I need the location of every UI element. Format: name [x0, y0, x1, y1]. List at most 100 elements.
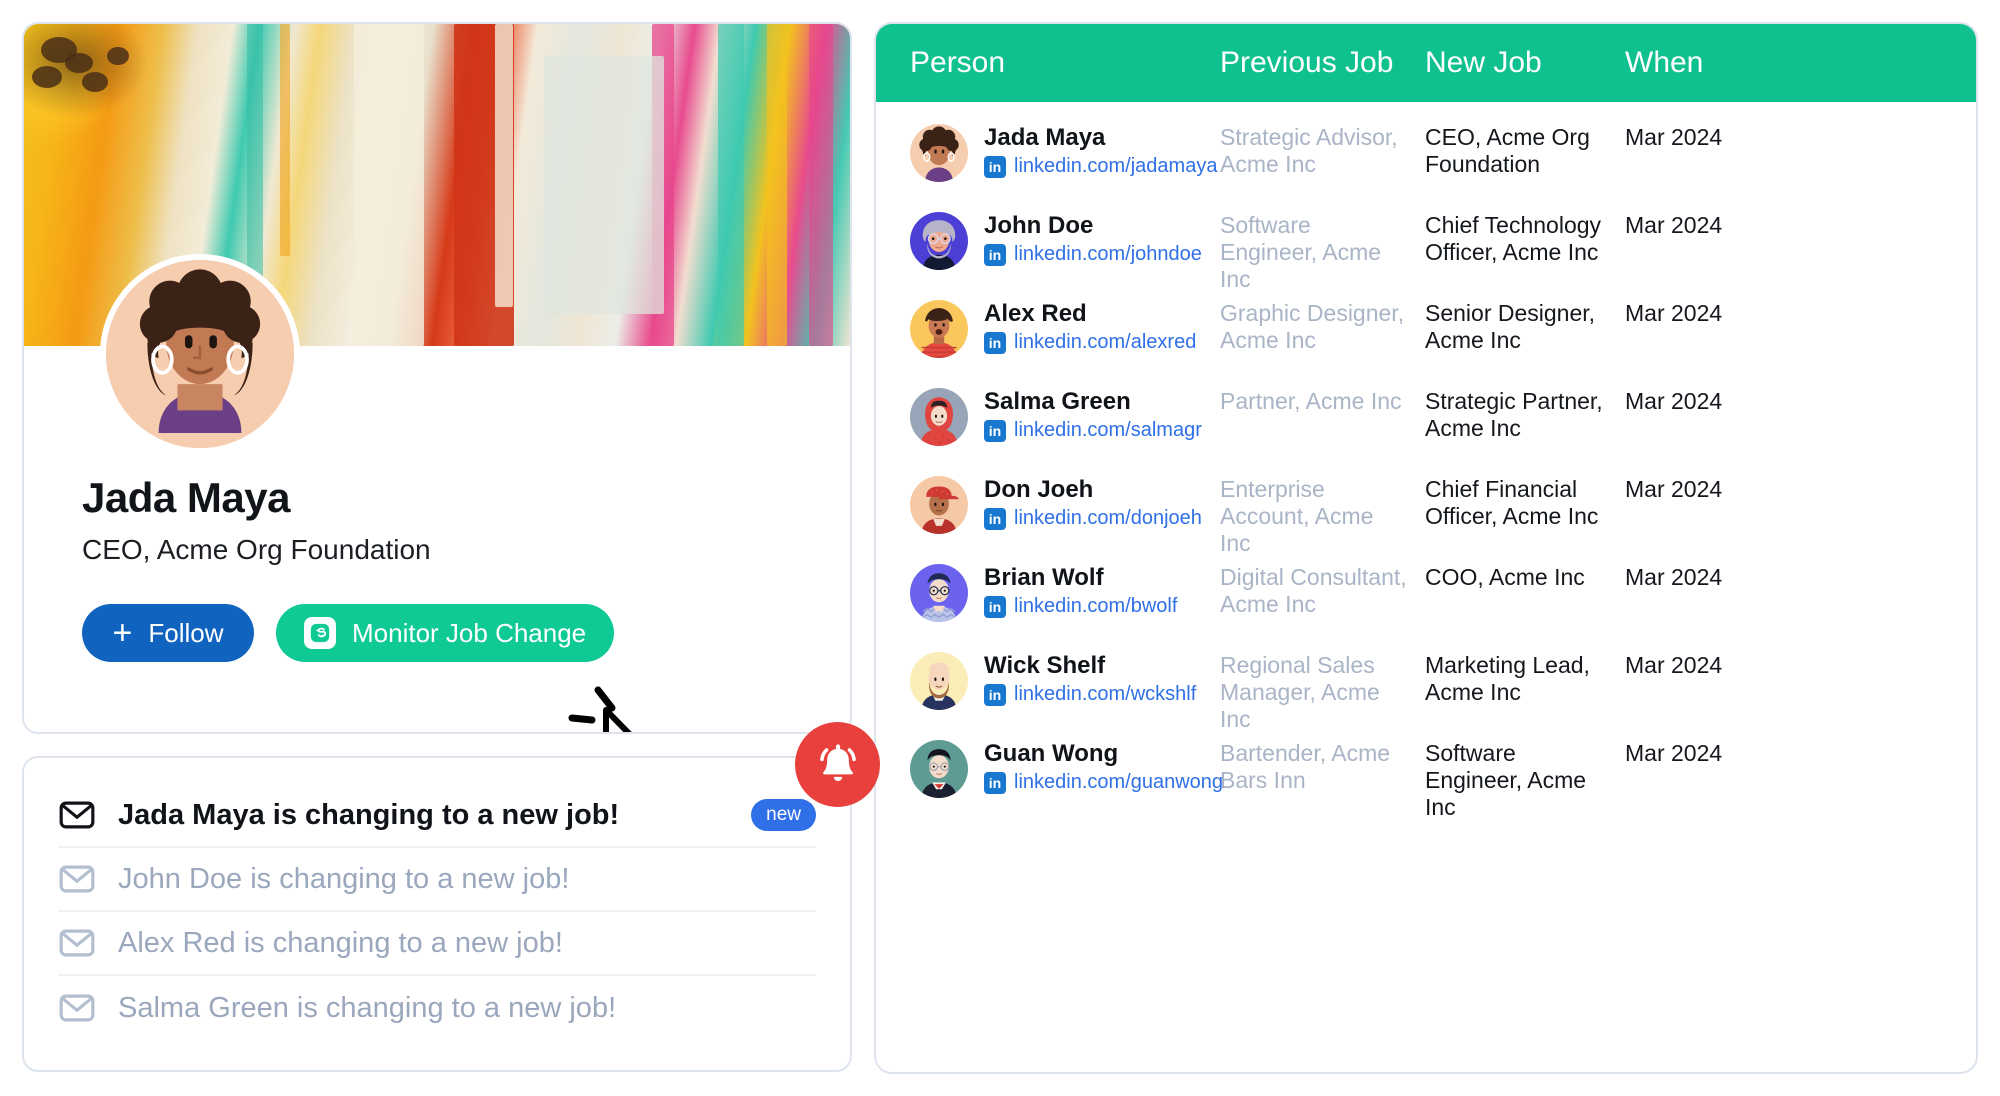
when: Mar 2024	[1625, 124, 1723, 150]
person-name: Guan Wong	[984, 740, 1119, 767]
linkedin-link-row[interactable]: in linkedin.com/salmagr	[984, 419, 1202, 442]
table-row[interactable]: John Doe in linkedin.com/johndoe Softwar…	[910, 190, 1942, 292]
previous-job: Partner, Acme Inc	[1220, 388, 1402, 414]
follow-button-label: Follow	[148, 617, 224, 648]
monitor-button-label: Monitor Job Change	[352, 617, 587, 648]
table-row[interactable]: Wick Shelf in linkedin.com/wckshlf Regio…	[910, 630, 1942, 732]
envelope-icon	[58, 989, 96, 1027]
person-name: Don Joeh	[984, 476, 1094, 503]
person-info: Salma Green in linkedin.com/salmagr	[984, 388, 1202, 442]
avatar-jada-maya	[910, 124, 968, 182]
person-name: Brian Wolf	[984, 564, 1104, 591]
linkedin-url[interactable]: linkedin.com/salmagr	[1014, 419, 1202, 442]
linkedin-icon: in	[984, 155, 1006, 178]
previous-job: Bartender, Acme Bars Inn	[1220, 740, 1391, 794]
new-job: CEO, Acme Org Foundation	[1425, 124, 1590, 178]
job-changes-table: Person Previous Job New Job When Jada Ma…	[874, 22, 1978, 1074]
notification-item[interactable]: Salma Green is changing to a new job!	[58, 976, 816, 1040]
when: Mar 2024	[1625, 652, 1723, 678]
linkedin-url[interactable]: linkedin.com/wckshlf	[1014, 683, 1196, 706]
linkedin-link-row[interactable]: in linkedin.com/donjoeh	[984, 507, 1202, 530]
notification-item[interactable]: John Doe is changing to a new job!	[58, 848, 816, 912]
notification-item[interactable]: Alex Red is changing to a new job!	[58, 912, 816, 976]
column-header-when: When	[1625, 46, 1704, 79]
new-job: Senior Designer, Acme Inc	[1425, 300, 1596, 354]
avatar-brian-wolf	[910, 564, 968, 622]
linkedin-icon: in	[984, 331, 1006, 354]
envelope-icon	[58, 924, 96, 962]
person-name: John Doe	[984, 212, 1094, 239]
linkedin-url[interactable]: linkedin.com/alexred	[1014, 331, 1196, 354]
envelope-icon	[58, 860, 96, 898]
previous-job: Graphic Designer, Acme Inc	[1220, 300, 1405, 354]
linkedin-icon: in	[984, 771, 1006, 794]
follow-button[interactable]: + Follow	[82, 604, 254, 662]
linkedin-link-row[interactable]: in linkedin.com/alexred	[984, 331, 1196, 354]
table-row[interactable]: Salma Green in linkedin.com/salmagr Part…	[910, 366, 1942, 454]
when: Mar 2024	[1625, 300, 1723, 326]
linkedin-url[interactable]: linkedin.com/jadamaya	[1014, 155, 1217, 178]
avatar-don-joeh	[910, 476, 968, 534]
avatar-salma-green	[910, 388, 968, 446]
when: Mar 2024	[1625, 388, 1723, 414]
table-row[interactable]: Brian Wolf in linkedin.com/bwolf Digital…	[910, 542, 1942, 630]
person-info: John Doe in linkedin.com/johndoe	[984, 212, 1202, 266]
person-name: Jada Maya	[984, 124, 1106, 151]
surfe-logo-icon	[304, 617, 336, 649]
when: Mar 2024	[1625, 564, 1723, 590]
linkedin-icon: in	[984, 683, 1006, 706]
status-badge: new	[751, 799, 816, 831]
avatar	[100, 254, 300, 454]
profile-subtitle: CEO, Acme Org Foundation	[82, 534, 431, 565]
person-cell: Salma Green in linkedin.com/salmagr	[910, 388, 1220, 446]
table-row[interactable]: Alex Red in linkedin.com/alexred Graphic…	[910, 278, 1942, 366]
monitor-job-change-button[interactable]: Monitor Job Change	[276, 604, 615, 662]
person-info: Don Joeh in linkedin.com/donjoeh	[984, 476, 1202, 530]
avatar-alex-red	[910, 300, 968, 358]
person-cell: Brian Wolf in linkedin.com/bwolf	[910, 564, 1220, 622]
new-job: Marketing Lead, Acme Inc	[1425, 652, 1590, 706]
new-job: Chief Financial Officer, Acme Inc	[1425, 476, 1599, 530]
table-row[interactable]: Guan Wong in linkedin.com/guanwong Barte…	[910, 718, 1942, 820]
page-root: Jada Maya CEO, Acme Org Foundation + Fol…	[0, 0, 2000, 1096]
linkedin-link-row[interactable]: in linkedin.com/johndoe	[984, 243, 1202, 266]
notifications-card: Jada Maya is changing to a new job! new …	[22, 756, 852, 1072]
avatar-jada-maya	[106, 260, 294, 448]
linkedin-url[interactable]: linkedin.com/bwolf	[1014, 595, 1177, 618]
previous-job: Digital Consultant, Acme Inc	[1220, 564, 1407, 618]
table-header: Person Previous Job New Job When	[876, 24, 1976, 102]
mouse-cursor	[554, 680, 674, 732]
column-header-new-job: New Job	[1425, 46, 1542, 79]
linkedin-url[interactable]: linkedin.com/guanwong	[1014, 771, 1223, 794]
table-body: Jada Maya in linkedin.com/jadamaya Strat…	[876, 102, 1976, 1072]
column-header-person: Person	[910, 46, 1006, 79]
notification-item[interactable]: Jada Maya is changing to a new job! new	[58, 784, 816, 848]
linkedin-link-row[interactable]: in linkedin.com/guanwong	[984, 771, 1223, 794]
bell-icon[interactable]	[795, 722, 880, 807]
person-info: Guan Wong in linkedin.com/guanwong	[984, 740, 1223, 794]
when: Mar 2024	[1625, 740, 1723, 766]
previous-job: Strategic Advisor, Acme Inc	[1220, 124, 1398, 178]
person-cell: Jada Maya in linkedin.com/jadamaya	[910, 124, 1220, 182]
person-name: Salma Green	[984, 388, 1131, 415]
linkedin-link-row[interactable]: in linkedin.com/bwolf	[984, 595, 1177, 618]
linkedin-url[interactable]: linkedin.com/johndoe	[1014, 243, 1202, 266]
linkedin-link-row[interactable]: in linkedin.com/jadamaya	[984, 155, 1217, 178]
linkedin-link-row[interactable]: in linkedin.com/wckshlf	[984, 683, 1196, 706]
table-row[interactable]: Jada Maya in linkedin.com/jadamaya Strat…	[910, 102, 1942, 190]
new-job: Strategic Partner, Acme Inc	[1425, 388, 1603, 442]
person-name: Wick Shelf	[984, 652, 1106, 679]
person-cell: Alex Red in linkedin.com/alexred	[910, 300, 1220, 358]
previous-job: Software Engineer, Acme Inc	[1220, 212, 1382, 293]
person-info: Brian Wolf in linkedin.com/bwolf	[984, 564, 1177, 618]
page-title: Jada Maya	[82, 474, 290, 521]
envelope-icon	[58, 796, 96, 834]
linkedin-url[interactable]: linkedin.com/donjoeh	[1014, 507, 1202, 530]
person-cell: Don Joeh in linkedin.com/donjoeh	[910, 476, 1220, 534]
person-cell: Guan Wong in linkedin.com/guanwong	[910, 740, 1223, 798]
table-row[interactable]: Don Joeh in linkedin.com/donjoeh Enterpr…	[910, 454, 1942, 556]
person-name: Alex Red	[984, 300, 1087, 327]
new-job: Software Engineer, Acme Inc	[1425, 740, 1587, 821]
profile-card: Jada Maya CEO, Acme Org Foundation + Fol…	[22, 22, 852, 734]
avatar-wick-shelf	[910, 652, 968, 710]
